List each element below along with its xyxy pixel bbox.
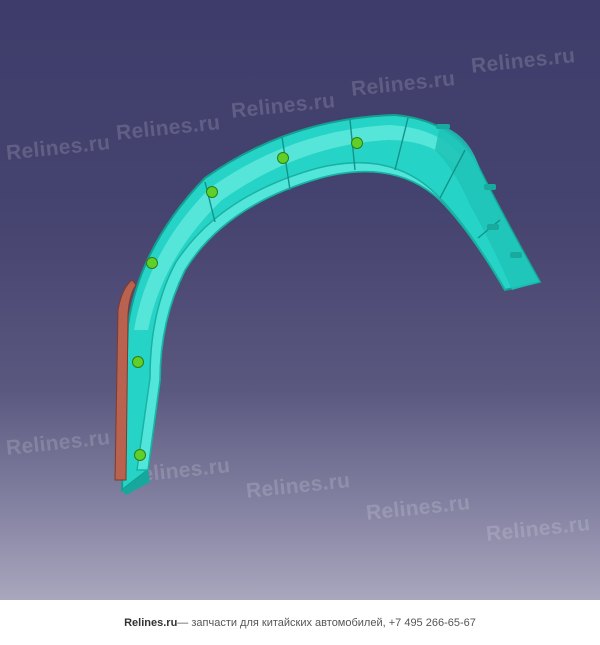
footer: Relines.ru — запчасти для китайских авто… [0, 600, 600, 645]
wheel-arch-model[interactable] [0, 0, 600, 600]
footer-brand[interactable]: Relines.ru [124, 617, 177, 629]
cad-viewport[interactable]: Relines.ru Relines.ru Relines.ru Relines… [0, 0, 600, 600]
footer-tagline: — запчасти для китайских автомобилей, +7… [177, 616, 476, 629]
